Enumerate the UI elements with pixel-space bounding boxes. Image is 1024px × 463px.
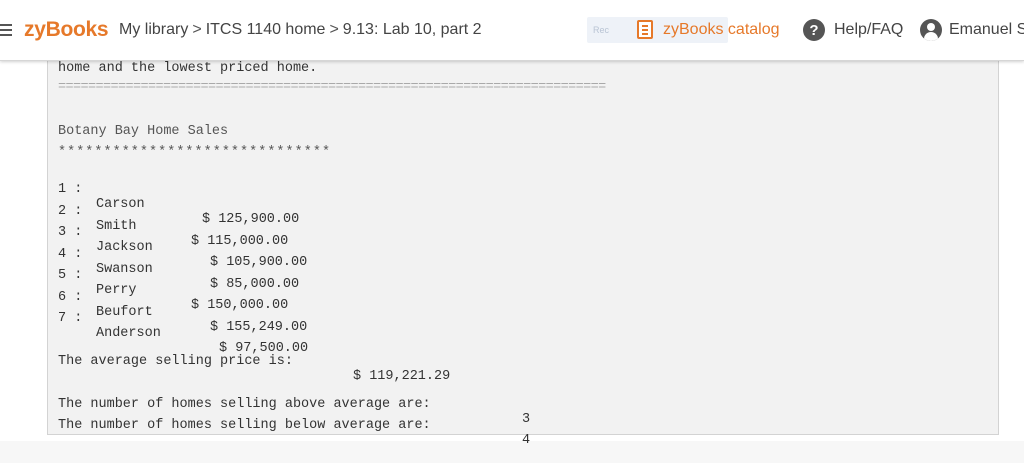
output-stars: ****************************** bbox=[58, 145, 332, 160]
row-number: 7 : bbox=[58, 311, 83, 326]
content-area: home and the lowest priced home. =======… bbox=[0, 57, 1024, 448]
catalog-label[interactable]: zyBooks catalog bbox=[663, 21, 780, 39]
average-value: $ 119,221.29 bbox=[353, 369, 451, 384]
user-menu[interactable]: Emanuel Sa bbox=[920, 19, 1024, 41]
output-average-line: The average selling price is: $ 119,221.… bbox=[58, 339, 450, 384]
hamburger-menu-icon[interactable] bbox=[0, 24, 12, 36]
row-price: $ 85,000.00 bbox=[210, 277, 300, 292]
help-label: Help/FAQ bbox=[834, 21, 904, 38]
output-separator: ========================================… bbox=[58, 80, 606, 95]
output-row: 4 : Swanson $ 85,000.00 bbox=[58, 232, 299, 292]
output-row: 2 : Smith $ 115,000.00 bbox=[58, 189, 288, 249]
row-price: $ 105,900.00 bbox=[210, 255, 308, 270]
output-row: 1 : Carson $ 125,900.00 bbox=[58, 167, 299, 227]
help-question-icon: ? bbox=[803, 19, 825, 41]
row-price: $ 155,249.00 bbox=[210, 320, 308, 335]
below-average-label: The number of homes selling below averag… bbox=[58, 418, 431, 433]
output-below-line: The number of homes selling below averag… bbox=[58, 403, 530, 448]
output-row: 6 : Beufort $ 155,249.00 bbox=[58, 275, 307, 335]
breadcrumb-current-section: 9.13: Lab 10, part 2 bbox=[342, 21, 482, 38]
output-intro-line: home and the lowest priced home. bbox=[58, 61, 318, 76]
row-price: $ 125,900.00 bbox=[202, 212, 300, 227]
catalog-faded-text: Rec bbox=[593, 25, 610, 35]
output-row: 7 : Anderson $ 97,500.00 bbox=[58, 296, 308, 356]
output-row: 3 : Jackson $ 105,900.00 bbox=[58, 210, 307, 270]
user-name: Emanuel Sa bbox=[949, 21, 1024, 38]
user-avatar-icon bbox=[920, 19, 942, 41]
breadcrumb: My library > ITCS 1140 home >9.13: Lab 10, … bbox=[119, 21, 482, 39]
top-bar: zyBooks My library > ITCS 1140 home >9.13: … bbox=[0, 0, 1024, 61]
above-average-label: The number of homes selling above averag… bbox=[58, 397, 431, 412]
row-price: $ 115,000.00 bbox=[191, 234, 289, 249]
output-above-line: The number of homes selling above averag… bbox=[58, 382, 530, 427]
breadcrumb-course-home[interactable]: ITCS 1140 home bbox=[206, 21, 326, 38]
breadcrumb-my-library[interactable]: My library bbox=[119, 21, 188, 38]
breadcrumb-separator: > bbox=[192, 21, 202, 38]
average-label: The average selling price is: bbox=[58, 354, 293, 369]
row-price: $ 150,000.00 bbox=[191, 298, 289, 313]
output-title: Botany Bay Home Sales bbox=[58, 124, 229, 139]
book-icon bbox=[637, 20, 653, 39]
output-row: 5 : Perry $ 150,000.00 bbox=[58, 253, 288, 313]
above-average-count: 3 bbox=[522, 412, 531, 427]
help-faq-button[interactable]: ? Help/FAQ bbox=[803, 19, 903, 41]
breadcrumb-separator: > bbox=[329, 21, 339, 38]
program-output-console: home and the lowest priced home. =======… bbox=[47, 57, 999, 448]
zybooks-logo[interactable]: zyBooks bbox=[24, 18, 109, 42]
